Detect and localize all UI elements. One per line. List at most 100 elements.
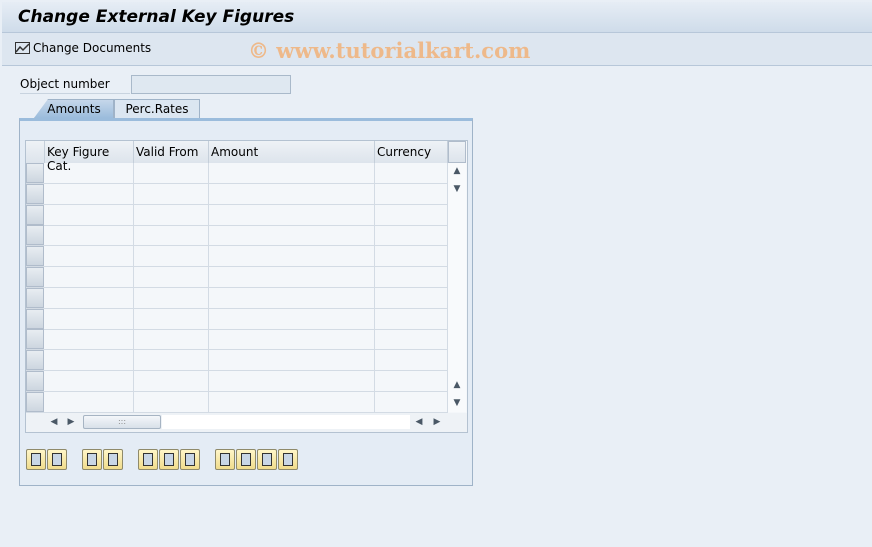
table-cell[interactable] bbox=[209, 267, 375, 288]
table-cell[interactable] bbox=[209, 225, 375, 247]
table-cell[interactable] bbox=[209, 350, 375, 372]
row-selector[interactable] bbox=[26, 350, 44, 371]
scroll-page-down-icon[interactable]: ▼ bbox=[449, 395, 465, 411]
select-all-button[interactable] bbox=[138, 449, 158, 470]
scroll-left-icon[interactable]: ◀ bbox=[46, 414, 62, 430]
sort-ascending-button[interactable] bbox=[82, 449, 102, 470]
delete-row-button[interactable] bbox=[47, 449, 67, 470]
table-cell[interactable] bbox=[375, 371, 448, 392]
table-cell[interactable] bbox=[134, 308, 209, 330]
column-header-valid-from[interactable]: Valid From bbox=[134, 141, 209, 163]
select-block-button[interactable] bbox=[159, 449, 179, 470]
table-cell[interactable] bbox=[375, 163, 448, 184]
tab-perc-rates[interactable]: Perc.Rates bbox=[114, 99, 200, 118]
table-cell[interactable] bbox=[134, 287, 209, 309]
table-row bbox=[26, 204, 448, 226]
insert-row-button[interactable] bbox=[26, 449, 46, 470]
row-selector[interactable] bbox=[26, 329, 44, 350]
table-cell[interactable] bbox=[45, 183, 134, 205]
table-cell[interactable] bbox=[209, 329, 375, 351]
page-bottom-icon bbox=[283, 453, 293, 466]
table-cell[interactable] bbox=[45, 287, 134, 309]
table-cell[interactable] bbox=[134, 246, 209, 268]
scroll-down-icon[interactable]: ▼ bbox=[449, 181, 465, 197]
table-cell[interactable] bbox=[45, 350, 134, 372]
horizontal-scrollbar[interactable]: ◀ ▶ ::: ◀ ▶ bbox=[26, 413, 467, 432]
page-top-button[interactable] bbox=[215, 449, 235, 470]
table-row bbox=[26, 329, 448, 351]
row-selector[interactable] bbox=[26, 246, 44, 267]
table-cell[interactable] bbox=[375, 204, 448, 226]
table-cell[interactable] bbox=[134, 391, 209, 413]
page-down-button[interactable] bbox=[257, 449, 277, 470]
table-cell[interactable] bbox=[209, 246, 375, 268]
page-up-button[interactable] bbox=[236, 449, 256, 470]
scroll-track[interactable] bbox=[162, 415, 410, 429]
table-cell[interactable] bbox=[209, 163, 375, 184]
row-selector[interactable] bbox=[26, 287, 44, 308]
table-cell[interactable] bbox=[209, 371, 375, 392]
select-all-cell[interactable] bbox=[26, 141, 45, 163]
table-cell[interactable] bbox=[375, 308, 448, 330]
table-cell[interactable] bbox=[134, 225, 209, 247]
table-cell[interactable] bbox=[375, 267, 448, 288]
table-cell[interactable] bbox=[209, 204, 375, 226]
scroll-up-icon[interactable]: ▲ bbox=[449, 163, 465, 179]
row-selector[interactable] bbox=[26, 308, 44, 329]
table-cell[interactable] bbox=[375, 391, 448, 413]
column-header-amount[interactable]: Amount bbox=[209, 141, 375, 163]
row-selector[interactable] bbox=[26, 391, 44, 412]
change-documents-button[interactable]: Change Documents bbox=[15, 41, 151, 55]
table-cell[interactable] bbox=[45, 204, 134, 226]
scroll-thumb[interactable]: ::: bbox=[83, 415, 161, 429]
table-cell[interactable] bbox=[134, 329, 209, 351]
table-cell[interactable] bbox=[375, 225, 448, 247]
column-settings-button[interactable] bbox=[448, 141, 466, 163]
row-selector[interactable] bbox=[26, 204, 44, 225]
table-cell[interactable] bbox=[209, 287, 375, 309]
table-cell[interactable] bbox=[45, 371, 134, 392]
scroll-left-end-icon[interactable]: ◀ bbox=[411, 414, 427, 430]
table-cell[interactable] bbox=[375, 183, 448, 205]
scroll-right-icon[interactable]: ▶ bbox=[63, 414, 79, 430]
row-selector[interactable] bbox=[26, 163, 44, 183]
table-cell[interactable] bbox=[209, 308, 375, 330]
table-cell[interactable] bbox=[134, 163, 209, 184]
column-header-currency[interactable]: Currency bbox=[375, 141, 448, 163]
table-cell[interactable] bbox=[45, 267, 134, 288]
table-cell[interactable] bbox=[209, 183, 375, 205]
deselect-all-button[interactable] bbox=[180, 449, 200, 470]
table-cell[interactable] bbox=[45, 329, 134, 351]
table-row bbox=[26, 391, 448, 413]
table-cell[interactable] bbox=[375, 329, 448, 351]
table-cell[interactable] bbox=[375, 287, 448, 309]
table-row bbox=[26, 246, 448, 268]
vertical-scrollbar[interactable]: ▲ ▼ ▲ ▼ bbox=[448, 163, 466, 412]
scroll-page-up-icon[interactable]: ▲ bbox=[449, 377, 465, 393]
table-cell[interactable] bbox=[134, 371, 209, 392]
table-cell[interactable] bbox=[134, 183, 209, 205]
column-header-key-figure-cat[interactable]: Key Figure Cat. bbox=[45, 141, 134, 173]
table-row bbox=[26, 371, 448, 392]
row-selector[interactable] bbox=[26, 183, 44, 204]
object-number-input[interactable] bbox=[131, 75, 291, 94]
page-bottom-button[interactable] bbox=[278, 449, 298, 470]
row-selector[interactable] bbox=[26, 371, 44, 391]
row-selector[interactable] bbox=[26, 225, 44, 246]
table-cell[interactable] bbox=[45, 308, 134, 330]
table-cell[interactable] bbox=[45, 246, 134, 268]
row-selector[interactable] bbox=[26, 267, 44, 287]
sort-descending-button[interactable] bbox=[103, 449, 123, 470]
table-cell[interactable] bbox=[134, 350, 209, 372]
table-cell[interactable] bbox=[375, 350, 448, 372]
table-cell[interactable] bbox=[209, 391, 375, 413]
table-cell[interactable] bbox=[375, 246, 448, 268]
table-cell[interactable] bbox=[45, 391, 134, 413]
table-cell[interactable] bbox=[134, 267, 209, 288]
scroll-right-end-icon[interactable]: ▶ bbox=[429, 414, 445, 430]
tab-amounts[interactable]: Amounts bbox=[34, 99, 114, 118]
table-cell[interactable] bbox=[45, 163, 134, 184]
table-row bbox=[26, 183, 448, 205]
table-cell[interactable] bbox=[45, 225, 134, 247]
table-cell[interactable] bbox=[134, 204, 209, 226]
